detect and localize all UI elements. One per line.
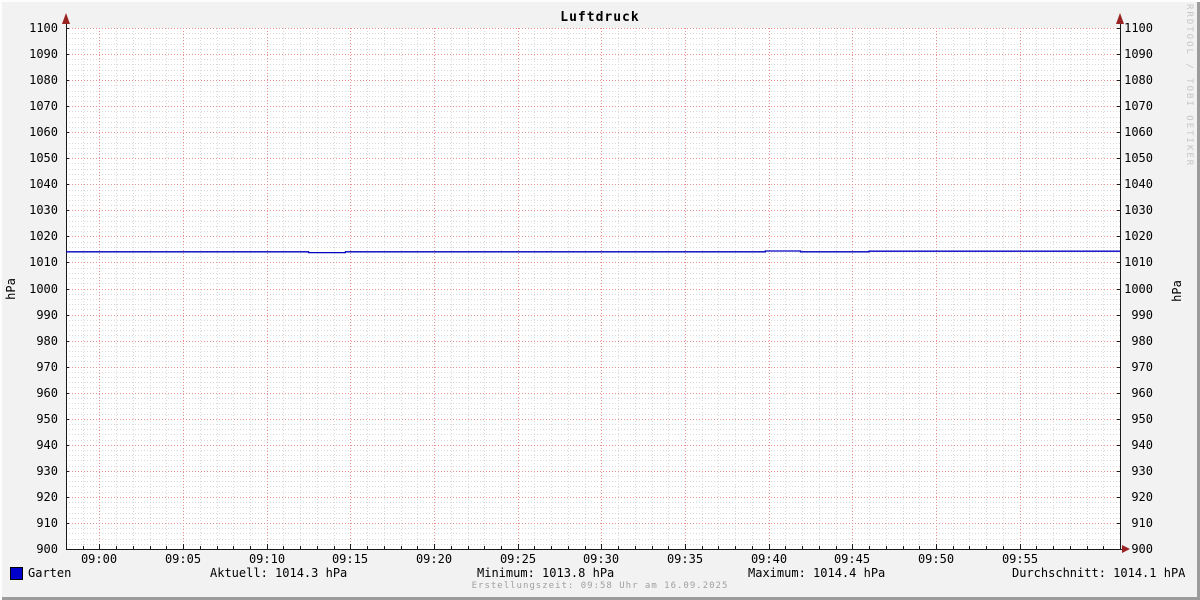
- x-tick-label: 09:50: [918, 552, 954, 566]
- legend-color-swatch: [10, 567, 23, 580]
- y-tick-label-left: 900: [36, 542, 58, 556]
- x-tick-label: 09:05: [165, 552, 201, 566]
- stat-maximum: Maximum: 1014.4 hPa: [748, 566, 886, 580]
- x-tick-label: 09:00: [81, 552, 117, 566]
- y-tick-label-right: 1080: [1124, 73, 1153, 87]
- y-tick-label-left: 950: [36, 412, 58, 426]
- creation-timestamp: Erstellungszeit: 09:58 Uhr am 16.09.2025: [471, 581, 729, 591]
- y-tick-label-right: 900: [1131, 542, 1153, 556]
- y-tick-label-right: 970: [1131, 360, 1153, 374]
- arrow-right-icon: [1122, 545, 1130, 553]
- y-tick-label-left: 930: [36, 464, 58, 478]
- y-tick-label-left: 1090: [29, 47, 58, 61]
- legend-series-label: Garten: [28, 566, 72, 580]
- y-tick-label-right: 980: [1131, 334, 1153, 348]
- x-tick-label: 09:30: [583, 552, 619, 566]
- y-tick-label-right: 990: [1131, 308, 1153, 322]
- y-tick-label-right: 940: [1131, 438, 1153, 452]
- y-tick-label-left: 920: [36, 490, 58, 504]
- y-tick-label-right: 950: [1131, 412, 1153, 426]
- pressure-chart: 1100 1100 1090 1090 1080 1080 1070 1070 1060 1060…: [29, 13, 1153, 566]
- y-tick-label-right: 1090: [1124, 47, 1153, 61]
- x-tick-label: 09:55: [1002, 552, 1038, 566]
- x-tick-label: 09:10: [249, 552, 285, 566]
- y-tick-label-left: 1020: [29, 229, 58, 243]
- stat-durchschnitt: Durchschnitt: 1014.1 hPA: [1012, 566, 1186, 580]
- arrow-up-left-icon: [62, 13, 70, 24]
- y-tick-label-left: 1000: [29, 282, 58, 296]
- plot-area: [66, 28, 1120, 549]
- y-tick-label-left: 970: [36, 360, 58, 374]
- y-tick-label-left: 1070: [29, 99, 58, 113]
- y-tick-label-left: 980: [36, 334, 58, 348]
- arrow-up-right-icon: [1116, 13, 1124, 24]
- y-axis-unit-left: hPa: [4, 278, 18, 300]
- y-tick-label-left: 910: [36, 516, 58, 530]
- y-tick-label-right: 1030: [1124, 203, 1153, 217]
- x-tick-label: 09:45: [834, 552, 870, 566]
- y-tick-label-left: 1080: [29, 73, 58, 87]
- y-tick-label-right: 910: [1131, 516, 1153, 530]
- stat-minimum: Minimum: 1013.8 hPa: [477, 566, 615, 580]
- y-tick-label-left: 960: [36, 386, 58, 400]
- rrdtool-watermark: RRDTOOL / TOBI OETIKER: [1184, 4, 1194, 168]
- x-tick-label: 09:25: [500, 552, 536, 566]
- y-tick-label-right: 920: [1131, 490, 1153, 504]
- y-tick-label-left: 1050: [29, 151, 58, 165]
- y-tick-label-left: 940: [36, 438, 58, 452]
- x-tick-label: 09:40: [751, 552, 787, 566]
- y-tick-label-left: 1100: [29, 21, 58, 35]
- y-tick-label-right: 1060: [1124, 125, 1153, 139]
- y-tick-label-right: 1050: [1124, 151, 1153, 165]
- x-tick-label: 09:20: [416, 552, 452, 566]
- y-tick-label-right: 1020: [1124, 229, 1153, 243]
- y-tick-label-left: 990: [36, 308, 58, 322]
- y-axis-unit-right: hPa: [1170, 280, 1184, 302]
- y-tick-label-right: 1010: [1124, 255, 1153, 269]
- stat-aktuell: Aktuell: 1014.3 hPa: [210, 566, 348, 580]
- y-tick-label-right: 1070: [1124, 99, 1153, 113]
- y-tick-label-right: 1100: [1124, 21, 1153, 35]
- y-tick-label-right: 1000: [1124, 282, 1153, 296]
- y-tick-label-right: 1040: [1124, 177, 1153, 191]
- y-tick-label-left: 1060: [29, 125, 58, 139]
- y-tick-label-left: 1030: [29, 203, 58, 217]
- y-tick-label-right: 930: [1131, 464, 1153, 478]
- x-tick-label: 09:35: [667, 552, 703, 566]
- y-tick-label-left: 1010: [29, 255, 58, 269]
- y-tick-label-left: 1040: [29, 177, 58, 191]
- rrdtool-pressure-graph: Luftdruck 1100 1100 1090 1090 1080 1080 1070 10…: [0, 0, 1200, 600]
- x-tick-label: 09:15: [332, 552, 368, 566]
- y-tick-label-right: 960: [1131, 386, 1153, 400]
